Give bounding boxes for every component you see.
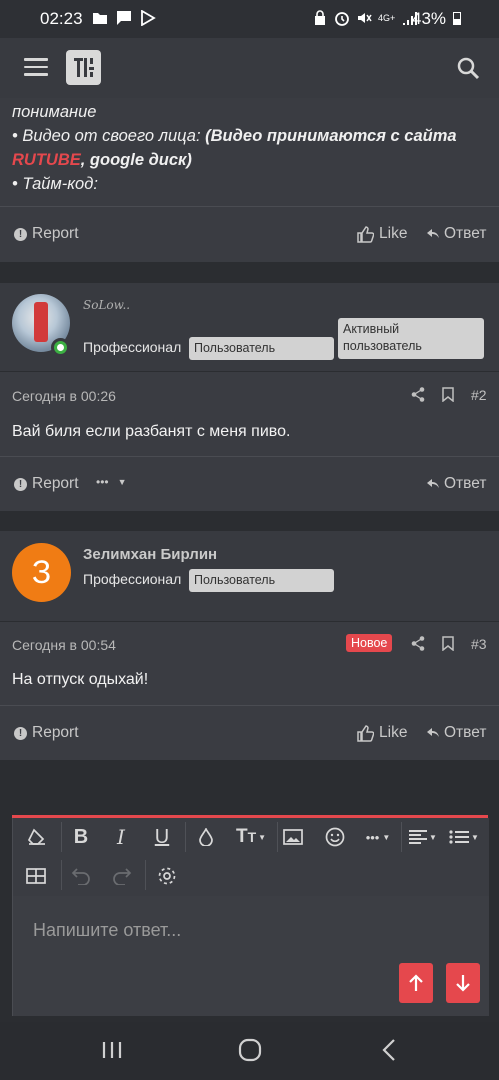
italic-button[interactable]: I: [105, 821, 137, 853]
user-rank: Профессионал: [83, 339, 182, 355]
post-timestamp[interactable]: Сегодня в 00:26: [12, 388, 116, 404]
underline-button[interactable]: U: [146, 821, 178, 853]
scroll-down-button[interactable]: [446, 963, 480, 1003]
arrow-up-icon: [409, 974, 423, 991]
editor-toolbar: B I U T T ▼ ••• ▼ ▼ ▼: [13, 818, 489, 896]
top-nav: [0, 38, 499, 98]
bookmark-icon[interactable]: [442, 387, 454, 407]
reply-icon: [427, 229, 439, 238]
reply-icon: [427, 479, 439, 488]
clear-format-icon[interactable]: [21, 821, 53, 853]
more-tools-icon[interactable]: ••• ▼: [359, 821, 397, 853]
post-message: Вай биля если разбанят с меня пиво.: [12, 423, 291, 440]
username[interactable]: Зелимхан Бирлин: [83, 546, 217, 563]
status-time: 02:23: [40, 9, 83, 28]
system-nav-bar: [0, 1022, 499, 1080]
thumbs-up-icon: [357, 724, 374, 742]
more-options-button[interactable]: ••• ▼: [96, 475, 127, 489]
new-badge: Новое: [346, 634, 393, 652]
post-message: На отпуск одыхай!: [12, 671, 149, 688]
scroll-up-button[interactable]: [399, 963, 433, 1003]
play-store-icon: [140, 10, 156, 26]
text-size-icon[interactable]: T T ▼: [231, 821, 271, 853]
post-timestamp[interactable]: Сегодня в 00:54: [12, 637, 116, 653]
user-badge: Пользователь: [189, 337, 334, 360]
folder-icon: [92, 10, 108, 26]
network-type: 4G+: [378, 13, 396, 23]
mute-icon: [356, 10, 372, 26]
reply-button[interactable]: Ответ: [427, 225, 486, 243]
chevron-down-icon: ▼: [117, 477, 127, 487]
post-number[interactable]: #3: [471, 636, 487, 652]
home-icon[interactable]: [238, 1038, 262, 1062]
table-icon[interactable]: [20, 860, 52, 892]
report-icon: !: [14, 227, 27, 241]
undo-icon[interactable]: [65, 860, 97, 892]
reply-icon: [427, 728, 439, 737]
post-message: понимание • Видео от своего лица: (Видео…: [12, 103, 457, 193]
battery-level: 43%: [412, 9, 461, 29]
reply-button[interactable]: Ответ: [427, 475, 486, 493]
back-icon[interactable]: [378, 1038, 402, 1062]
avatar[interactable]: З: [12, 543, 71, 602]
status-bar: 02:23 4G+ 43%: [0, 0, 499, 38]
report-button[interactable]: ! Report: [14, 475, 79, 493]
username[interactable]: SoLow..: [83, 298, 130, 312]
align-icon[interactable]: ▼: [405, 821, 441, 853]
online-status-icon: [51, 338, 70, 357]
report-icon: !: [14, 726, 27, 740]
reply-placeholder: Напишите ответ...: [33, 920, 182, 940]
post-card: понимание • Видео от своего лица: (Видео…: [0, 98, 499, 262]
reply-editor: B I U T T ▼ ••• ▼ ▼ ▼ Напишите ответ...: [12, 818, 489, 1016]
alarm-icon: [334, 10, 350, 26]
battery-icon: [452, 12, 461, 25]
share-icon[interactable]: [411, 387, 425, 407]
report-button[interactable]: ! Report: [14, 724, 79, 742]
list-icon[interactable]: ▼: [445, 821, 483, 853]
redo-icon[interactable]: [106, 860, 138, 892]
bookmark-icon[interactable]: [442, 636, 454, 656]
report-button[interactable]: ! Report: [14, 225, 79, 243]
user-rank: Профессионал: [83, 571, 182, 587]
image-icon[interactable]: [277, 821, 309, 853]
reply-button[interactable]: Ответ: [427, 724, 486, 742]
post-number[interactable]: #2: [471, 387, 487, 403]
user-badge: Пользователь: [189, 569, 334, 592]
share-icon[interactable]: [411, 636, 425, 656]
report-icon: !: [14, 477, 27, 491]
user-badge: Активный пользователь: [338, 318, 484, 359]
alarm-lock-icon: [312, 10, 328, 26]
arrow-down-icon: [456, 975, 470, 992]
like-button[interactable]: Like: [357, 225, 407, 243]
thumbs-up-icon: [357, 225, 374, 243]
reply-input[interactable]: Напишите ответ...: [13, 896, 489, 1016]
chat-icon: [116, 10, 132, 26]
menu-icon[interactable]: [24, 58, 48, 76]
settings-icon[interactable]: [151, 860, 183, 892]
search-icon[interactable]: [456, 56, 480, 80]
site-logo[interactable]: [66, 50, 101, 85]
color-icon[interactable]: [190, 821, 222, 853]
recent-apps-icon[interactable]: [100, 1038, 124, 1062]
like-button[interactable]: Like: [357, 724, 407, 742]
emoji-icon[interactable]: [319, 821, 351, 853]
bold-button[interactable]: B: [65, 821, 97, 853]
